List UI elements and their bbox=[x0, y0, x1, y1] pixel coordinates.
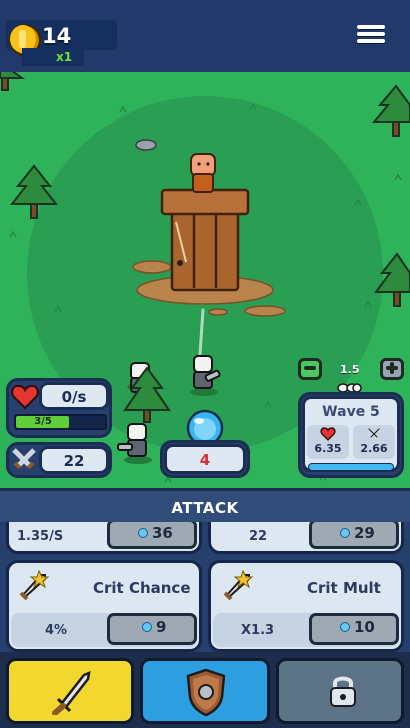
crossed-swords-icon bbox=[12, 448, 36, 470]
zoom-level: 1.5 bbox=[340, 363, 360, 376]
heart-icon bbox=[320, 427, 336, 441]
coin-multiplier: x1 bbox=[56, 50, 73, 64]
crossed-swords-icon bbox=[367, 427, 381, 439]
attack-power-value: 22 bbox=[63, 452, 85, 470]
wave-label: Wave 5 bbox=[322, 404, 380, 420]
zoom-out-button[interactable] bbox=[298, 358, 322, 380]
health-value: 3/5 bbox=[34, 416, 52, 427]
gem-icon bbox=[340, 528, 350, 538]
upgrade-card-damage: 22 29 bbox=[208, 522, 404, 554]
health-panel: 0/s 3/5 bbox=[6, 378, 112, 438]
sword-icon bbox=[52, 671, 91, 715]
hero-character bbox=[190, 153, 216, 193]
upgrade-name: Crit Mult bbox=[307, 579, 381, 597]
gem-icon bbox=[138, 528, 148, 538]
upgrade-cost: 36 bbox=[152, 524, 173, 542]
multiplier-box bbox=[22, 48, 84, 66]
upgrade-list[interactable]: 1.35/S 36 22 29 Crit Chance 4% 9 Crit Mu… bbox=[0, 522, 410, 652]
wave-progress-bar bbox=[308, 463, 394, 471]
regen-rate: 0/s bbox=[61, 388, 87, 406]
health-bar: 3/5 bbox=[14, 414, 107, 430]
upgrade-name: Crit Chance bbox=[93, 579, 191, 597]
shield-icon bbox=[186, 668, 226, 717]
skull-pile-icon bbox=[337, 383, 362, 393]
wooden-tower bbox=[160, 188, 250, 292]
zoom-in-button[interactable] bbox=[380, 358, 404, 380]
pine-tree bbox=[371, 84, 410, 137]
upgrade-card-crit-mult: Crit Mult X1.3 10 bbox=[208, 560, 404, 652]
upgrade-value: 22 bbox=[249, 529, 268, 544]
wave-panel: Wave 5 6.35 2.66 bbox=[298, 392, 404, 478]
bottom-nav bbox=[0, 652, 410, 728]
projectile bbox=[177, 260, 183, 266]
mana-value: 4 bbox=[199, 451, 211, 469]
coin-count: 14 bbox=[42, 24, 72, 48]
heart-icon bbox=[11, 384, 39, 410]
enemy-health-value: 6.35 bbox=[314, 442, 342, 455]
enemy-damage-box: 2.66 bbox=[353, 425, 395, 459]
upgrade-buy-button[interactable]: 10 bbox=[309, 613, 399, 645]
upgrade-cost: 29 bbox=[354, 524, 375, 542]
attack-section-header: ATTACK bbox=[0, 488, 410, 522]
enemy-damage-value: 2.66 bbox=[360, 442, 388, 455]
rock bbox=[135, 139, 157, 151]
top-bar: 14 x1 bbox=[0, 0, 410, 72]
crit-sword-icon bbox=[223, 569, 254, 601]
attack-power-panel: 22 bbox=[6, 442, 112, 478]
upgrade-value: 4% bbox=[45, 623, 68, 638]
gem-icon bbox=[340, 622, 350, 632]
menu-icon bbox=[354, 25, 388, 43]
pine-tree bbox=[0, 72, 26, 91]
section-title: ATTACK bbox=[171, 499, 239, 517]
lock-icon bbox=[330, 676, 356, 707]
enemy-health-box: 6.35 bbox=[307, 425, 349, 459]
upgrade-value: 1.35/S bbox=[17, 529, 64, 544]
crit-sword-icon bbox=[19, 569, 50, 601]
upgrade-value: X1.3 bbox=[241, 623, 275, 638]
gem-icon bbox=[142, 622, 152, 632]
tab-defense[interactable] bbox=[140, 658, 270, 724]
upgrade-cost: 10 bbox=[354, 618, 375, 636]
upgrade-buy-button[interactable]: 29 bbox=[309, 522, 399, 549]
upgrade-cost: 9 bbox=[156, 618, 167, 636]
menu-button[interactable] bbox=[354, 22, 388, 50]
mana-panel: 4 bbox=[160, 440, 250, 478]
tab-attack[interactable] bbox=[6, 658, 134, 724]
upgrade-buy-button[interactable]: 36 bbox=[107, 522, 197, 549]
tab-locked[interactable] bbox=[276, 658, 404, 724]
upgrade-buy-button[interactable]: 9 bbox=[107, 613, 197, 645]
upgrade-card-crit-chance: Crit Chance 4% 9 bbox=[6, 560, 202, 652]
upgrade-card-attack-speed: 1.35/S 36 bbox=[6, 522, 202, 554]
